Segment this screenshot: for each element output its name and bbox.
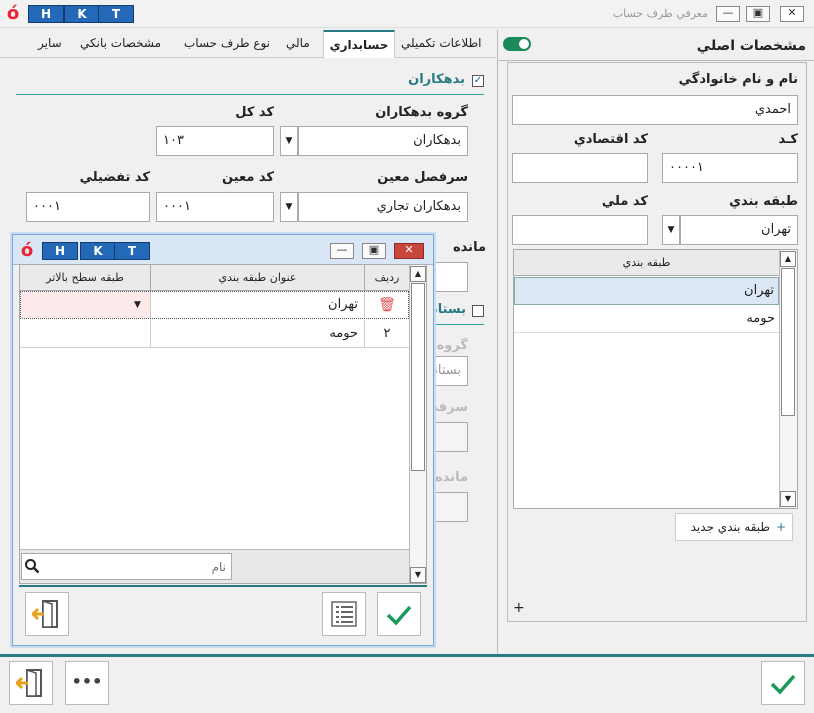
- add-icon[interactable]: +: [513, 600, 525, 616]
- sarfasl-arrow[interactable]: ▼: [280, 192, 298, 222]
- tab-other[interactable]: ساير: [38, 36, 62, 50]
- more-options-button[interactable]: •••: [65, 661, 109, 705]
- moein-code-label: كد معين: [222, 170, 274, 185]
- dialog-exit-button[interactable]: [25, 592, 69, 636]
- debtors-group-label: گروه بدهكاران: [375, 105, 468, 120]
- k-button[interactable]: K: [64, 5, 100, 23]
- sarfasl-select[interactable]: بدهكاران تجاري: [298, 192, 468, 222]
- divider: [497, 60, 814, 61]
- creditors-line: [430, 324, 484, 325]
- category-select[interactable]: تهران: [680, 215, 798, 245]
- search-input[interactable]: [44, 555, 228, 578]
- creditors-checkbox[interactable]: [472, 305, 484, 317]
- dialog-minimize-button[interactable]: —: [330, 243, 354, 259]
- tafsili-code-field[interactable]: ۰۰۰۱: [26, 192, 150, 222]
- creditors-group-label: گروه بستانكاران: [430, 338, 468, 353]
- minimize-button[interactable]: —: [716, 6, 740, 22]
- creditors-sarfasl-label: سرفصل: [430, 400, 468, 415]
- moein-code-field[interactable]: ۰۰۰۱: [156, 192, 274, 222]
- category-grid-header: طبقه بندي: [514, 250, 779, 276]
- economic-code-label: كد اقتصادي: [573, 132, 648, 147]
- exit-button[interactable]: [9, 661, 53, 705]
- code-label: كـد: [778, 132, 798, 147]
- debtors-group-arrow[interactable]: ▼: [280, 126, 298, 156]
- national-code-label: كد ملي: [601, 194, 648, 209]
- debtors-line: [16, 94, 484, 95]
- window-title: معرفي طرف حساب: [612, 7, 708, 20]
- close-button[interactable]: ✕: [780, 6, 804, 22]
- scroll-down-icon[interactable]: ▼: [780, 491, 796, 507]
- debtors-checkbox[interactable]: ✓: [472, 75, 484, 87]
- row-title[interactable]: حومه: [150, 320, 364, 348]
- dialog-scroll-thumb[interactable]: [411, 283, 425, 471]
- code-field[interactable]: ۰۰۰۰۱: [662, 153, 798, 183]
- col-parent[interactable]: طبقه سطح بالاتر: [20, 265, 150, 291]
- active-toggle[interactable]: [503, 37, 531, 51]
- debtors-group-select[interactable]: بدهكاران: [298, 126, 468, 156]
- plus-icon: +: [775, 520, 786, 534]
- tab-account-type[interactable]: نوع طرف حساب: [184, 36, 270, 50]
- maximize-button[interactable]: ▣: [746, 6, 770, 22]
- row-title[interactable]: تهران: [150, 292, 364, 318]
- kol-code-field[interactable]: ۱۰۳: [156, 126, 274, 156]
- t-button[interactable]: T: [98, 5, 134, 23]
- h-button[interactable]: H: [28, 5, 64, 23]
- dialog-k-button[interactable]: K: [80, 242, 116, 260]
- footer-bar: [0, 657, 814, 713]
- creditors-balance-label: مانده: [435, 470, 468, 485]
- kol-code-label: كد كل: [235, 105, 274, 120]
- dialog-ok-button[interactable]: [377, 592, 421, 636]
- search-icon[interactable]: [24, 558, 40, 574]
- app-logo: ó: [6, 3, 20, 24]
- parent-dropdown-arrow[interactable]: ▼: [134, 292, 148, 318]
- dialog-h-button[interactable]: H: [42, 242, 78, 260]
- tab-extra-info[interactable]: اطلاعات تكميلي: [401, 36, 481, 50]
- row-parent-select[interactable]: [21, 292, 150, 318]
- col-title[interactable]: عنوان طبقه بندي: [150, 265, 364, 291]
- scroll-up-icon[interactable]: ▲: [780, 251, 796, 267]
- category-row[interactable]: حومه: [514, 305, 779, 333]
- delete-icon[interactable]: 🗑: [364, 292, 409, 318]
- name-field[interactable]: احمدي: [512, 95, 798, 125]
- name-label: نام و نام خانوادگي: [678, 72, 798, 87]
- tab-financial[interactable]: مالي: [286, 36, 310, 50]
- scroll-thumb[interactable]: [781, 268, 795, 416]
- list-view-button[interactable]: [322, 592, 366, 636]
- col-index[interactable]: رديف: [364, 265, 409, 291]
- debtors-balance-label: مانده: [453, 240, 486, 255]
- new-category-button[interactable]: + طبقه بندي جديد: [675, 513, 793, 541]
- tab-bank-info[interactable]: مشخصات بانكي: [80, 36, 161, 50]
- dialog-t-button[interactable]: T: [114, 242, 150, 260]
- dialog-scroll-up-icon[interactable]: ▲: [410, 266, 426, 282]
- category-row[interactable]: تهران: [514, 277, 779, 305]
- category-dropdown-arrow[interactable]: ▼: [662, 215, 680, 245]
- debtors-title: بدهكاران: [408, 72, 465, 87]
- row-parent[interactable]: [21, 320, 150, 348]
- dialog-scroll-down-icon[interactable]: ▼: [410, 567, 426, 583]
- category-label: طبقه بندي: [729, 194, 798, 209]
- row-index: ۲: [364, 320, 409, 348]
- economic-code-field[interactable]: [512, 153, 648, 183]
- dialog-footer-line: [19, 585, 427, 587]
- tafsili-code-label: كد تفضيلي: [79, 170, 150, 185]
- tab-accounting[interactable]: حسابداري: [323, 30, 395, 59]
- dialog-logo: ó: [20, 240, 34, 261]
- new-category-label: طبقه بندي جديد: [690, 520, 770, 534]
- national-code-field[interactable]: [512, 215, 648, 245]
- dialog-close-button[interactable]: ✕: [394, 243, 424, 259]
- ok-button[interactable]: [761, 661, 805, 705]
- sarfasl-label: سرفصل معين: [377, 170, 468, 185]
- dialog-maximize-button[interactable]: ▣: [362, 243, 386, 259]
- section-title-main: مشخصات اصلي: [696, 38, 806, 54]
- creditors-title: بستانكاران: [430, 302, 466, 317]
